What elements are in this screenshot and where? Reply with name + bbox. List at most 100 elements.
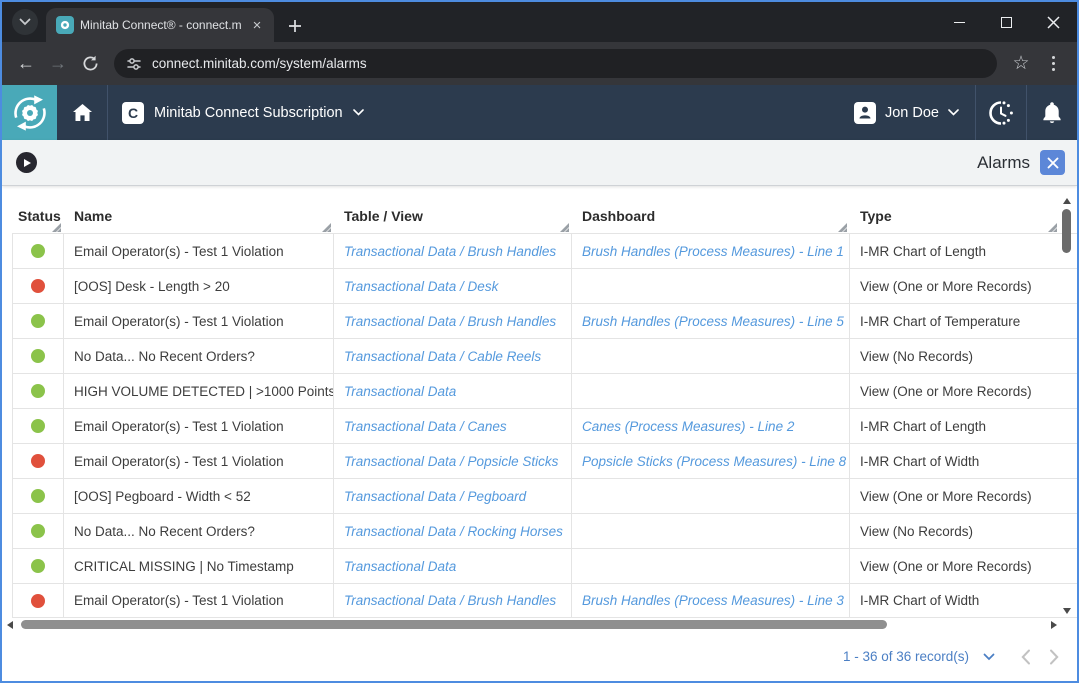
table-row[interactable]: HIGH VOLUME DETECTED | >1000 Points Tran… [12,373,1077,408]
horizontal-scroll-thumb[interactable] [21,620,887,629]
scroll-up-icon[interactable] [1063,198,1071,204]
status-cell [12,584,64,617]
browser-tab-strip: Minitab Connect® - connect.mi × [2,2,1077,42]
alarm-type: View (One or More Records) [850,549,1060,583]
dashboard-link[interactable]: Brush Handles (Process Measures) - Line … [572,584,850,617]
tab-search-button[interactable] [12,9,38,35]
table-view-link[interactable]: Transactional Data / Canes [334,409,572,443]
scroll-left-icon[interactable] [7,621,13,629]
scroll-down-icon[interactable] [1063,608,1071,614]
column-resize-handle[interactable] [560,223,569,232]
recent-activity-button[interactable] [976,85,1026,140]
bookmark-button[interactable]: ☆ [1005,48,1037,80]
home-icon [72,103,93,122]
table-row[interactable]: [OOS] Pegboard - Width < 52 Transactiona… [12,478,1077,513]
table-view-link[interactable]: Transactional Data / Brush Handles [334,234,572,268]
reload-button[interactable] [74,48,106,80]
table-view-link[interactable]: Transactional Data / Pegboard [334,479,572,513]
table-view-link[interactable]: Transactional Data / Desk [334,269,572,303]
table-view-link[interactable]: Transactional Data [334,374,572,408]
reload-icon [82,55,99,72]
vertical-scrollbar[interactable] [1059,198,1074,614]
dashboard-link[interactable] [572,514,850,548]
table-row[interactable]: Email Operator(s) - Test 1 Violation Tra… [12,303,1077,338]
table-view-link[interactable]: Transactional Data [334,549,572,583]
minimize-button[interactable] [936,2,983,42]
records-dropdown-button[interactable] [983,653,995,661]
dashboard-link[interactable] [572,549,850,583]
user-avatar [854,102,876,124]
close-panel-button[interactable] [1040,150,1065,175]
table-row[interactable]: No Data... No Recent Orders? Transaction… [12,513,1077,548]
maximize-button[interactable] [983,2,1030,42]
status-cell [12,304,64,338]
tab-close-icon[interactable]: × [248,16,266,34]
status-indicator [31,559,45,573]
horizontal-scrollbar[interactable] [2,618,1077,632]
column-header-table-view[interactable]: Table / View [334,208,572,233]
column-header-dashboard[interactable]: Dashboard [572,208,850,233]
chevron-down-icon [948,109,959,116]
run-button[interactable] [16,152,37,173]
table-view-link[interactable]: Transactional Data / Rocking Horses [334,514,572,548]
alarm-name: Email Operator(s) - Test 1 Violation [64,304,334,338]
url-bar[interactable]: connect.minitab.com/system/alarms [114,49,997,78]
status-cell [12,409,64,443]
notifications-button[interactable] [1027,85,1077,140]
dashboard-link[interactable]: Brush Handles (Process Measures) - Line … [572,304,850,338]
site-info-icon[interactable] [126,56,142,72]
scroll-right-icon[interactable] [1051,621,1057,629]
vertical-scroll-thumb[interactable] [1062,209,1071,253]
status-cell [12,374,64,408]
table-row[interactable]: Email Operator(s) - Test 1 Violation Tra… [12,233,1077,268]
next-page-button[interactable] [1049,649,1059,665]
status-indicator [31,244,45,258]
table-view-link[interactable]: Transactional Data / Popsicle Sticks [334,444,572,478]
minitab-navbar: C Minitab Connect Subscription Jon Doe [2,85,1077,140]
dashboard-link[interactable] [572,339,850,373]
dashboard-link[interactable] [572,479,850,513]
column-resize-handle[interactable] [52,223,61,232]
column-resize-handle[interactable] [838,223,847,232]
browser-tab[interactable]: Minitab Connect® - connect.mi × [46,8,274,42]
table-row[interactable]: No Data... No Recent Orders? Transaction… [12,338,1077,373]
back-button[interactable]: ← [10,48,42,80]
minimize-icon [954,22,965,23]
table-row[interactable]: Email Operator(s) - Test 1 Violation Tra… [12,408,1077,443]
dashboard-link[interactable]: Canes (Process Measures) - Line 2 [572,409,850,443]
table-view-link[interactable]: Transactional Data / Cable Reels [334,339,572,373]
table-row[interactable]: Email Operator(s) - Test 1 Violation Tra… [12,583,1077,618]
close-window-button[interactable] [1030,2,1077,42]
dashboard-link[interactable]: Brush Handles (Process Measures) - Line … [572,234,850,268]
forward-button[interactable]: → [42,48,74,80]
dashboard-link[interactable] [572,374,850,408]
chevron-down-icon [19,18,31,26]
subscription-selector[interactable]: C Minitab Connect Subscription [108,85,378,140]
dashboard-link[interactable]: Popsicle Sticks (Process Measures) - Lin… [572,444,850,478]
minitab-connect-logo[interactable] [2,85,57,140]
column-header-name[interactable]: Name [64,208,334,233]
status-cell [12,339,64,373]
new-tab-button[interactable] [288,19,302,33]
panel-title: Alarms [977,153,1030,173]
table-view-link[interactable]: Transactional Data / Brush Handles [334,584,572,617]
url-text[interactable]: connect.minitab.com/system/alarms [152,56,367,71]
records-count-dropdown[interactable]: 1 - 36 of 36 record(s) [843,649,969,664]
column-resize-handle[interactable] [322,223,331,232]
previous-page-button[interactable] [1021,649,1031,665]
browser-menu-button[interactable] [1037,48,1069,80]
table-row[interactable]: CRITICAL MISSING | No Timestamp Transact… [12,548,1077,583]
table-row[interactable]: Email Operator(s) - Test 1 Violation Tra… [12,443,1077,478]
column-resize-handle[interactable] [1048,223,1057,232]
column-header-type[interactable]: Type [850,208,1060,233]
table-view-link[interactable]: Transactional Data / Brush Handles [334,304,572,338]
home-button[interactable] [57,85,107,140]
user-menu[interactable]: Jon Doe [838,85,975,140]
column-header-status[interactable]: Status [12,208,64,233]
close-icon [1047,16,1060,29]
chevron-left-icon [1021,649,1031,665]
tab-title: Minitab Connect® - connect.mi [80,18,242,32]
table-row[interactable]: [OOS] Desk - Length > 20 Transactional D… [12,268,1077,303]
dashboard-link[interactable] [572,269,850,303]
status-indicator [31,454,45,468]
